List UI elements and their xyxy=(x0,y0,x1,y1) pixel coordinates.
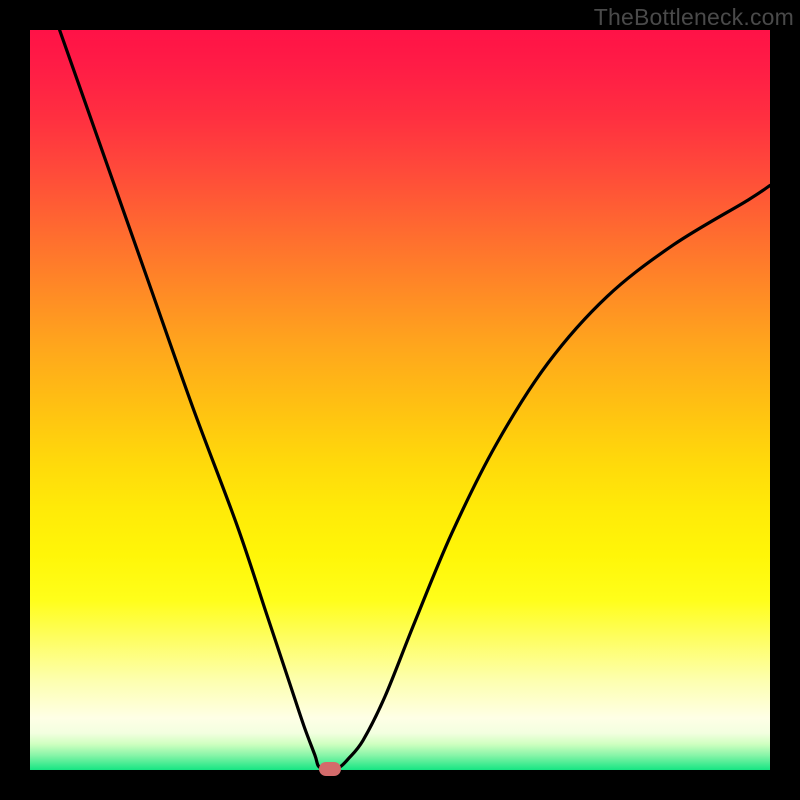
chart-frame: TheBottleneck.com xyxy=(0,0,800,800)
attribution-text: TheBottleneck.com xyxy=(594,4,794,31)
optimal-marker xyxy=(319,762,341,776)
bottleneck-curve xyxy=(30,30,770,770)
